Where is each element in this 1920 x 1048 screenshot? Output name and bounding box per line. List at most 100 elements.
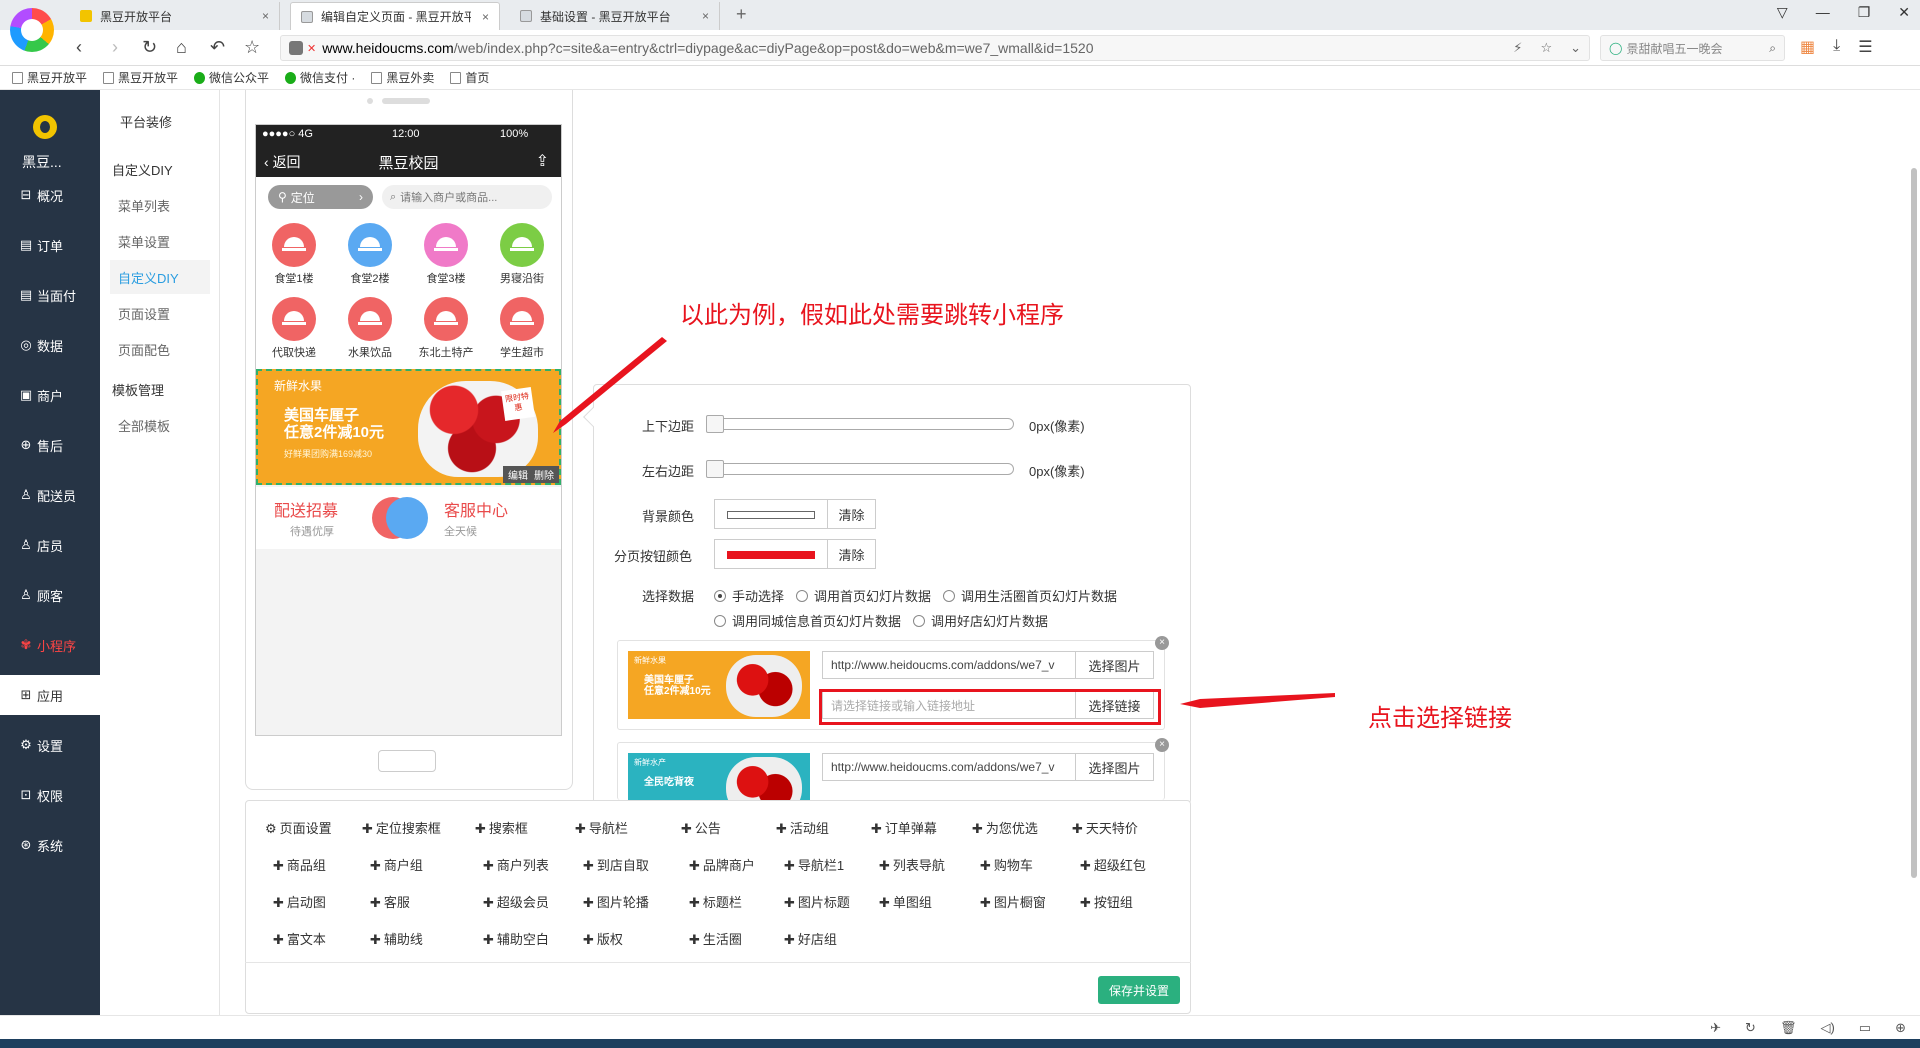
close-icon[interactable]: × — [482, 10, 489, 24]
component-button[interactable]: ✚ 天天特价 — [1072, 818, 1138, 837]
nav-item[interactable]: 食堂1楼 — [256, 223, 332, 286]
radio-life-slides[interactable]: 调用生活圈首页幻灯片数据 — [943, 586, 1117, 605]
sidebar-item-permissions[interactable]: ⊡ 权限 — [0, 775, 100, 815]
banner-edit-button[interactable]: 编辑 — [508, 467, 528, 482]
vertical-margin-slider[interactable] — [706, 415, 1014, 433]
submenu-group[interactable]: 自定义DIY — [112, 160, 173, 179]
nav-item[interactable]: 学生超市 — [484, 297, 560, 360]
submenu-item-page-settings[interactable]: 页面设置 — [110, 296, 210, 330]
component-button[interactable]: ✚ 商户列表 — [483, 855, 549, 874]
component-button[interactable]: ⚙ 页面设置 — [265, 818, 332, 837]
sidebar-item-merchants[interactable]: ▣ 商户 — [0, 375, 100, 415]
component-button[interactable]: ✚ 列表导航 — [879, 855, 945, 874]
image-url-input[interactable]: http://www.heidoucms.com/addons/we7_v — [822, 651, 1076, 679]
component-button[interactable]: ✚ 单图组 — [879, 892, 932, 911]
download-icon[interactable]: ⤓ — [1833, 37, 1840, 57]
component-button[interactable]: ✚ 搜索框 — [475, 818, 528, 837]
sidebar-item-overview[interactable]: ⊟ 概况 — [0, 175, 100, 215]
address-bar[interactable]: ✕ www.heidoucms.com /web/index.php?c=sit… — [280, 35, 1590, 61]
nav-item[interactable]: 代取快递 — [256, 297, 332, 360]
component-button[interactable]: ✚ 定位搜索框 — [362, 818, 441, 837]
component-button[interactable]: ✚ 好店组 — [784, 929, 837, 948]
submenu-item-menu-list[interactable]: 菜单列表 — [110, 188, 210, 222]
trash-icon[interactable]: 🗑 — [1780, 1020, 1797, 1036]
sidebar-item-data[interactable]: ◎ 数据 — [0, 325, 100, 365]
bg-color-picker[interactable] — [714, 499, 828, 529]
radio-home-slides[interactable]: 调用首页幻灯片数据 — [796, 586, 931, 605]
component-button[interactable]: ✚ 富文本 — [273, 929, 326, 948]
sidebar-item-couriers[interactable]: ♙ 配送员 — [0, 475, 100, 515]
component-button[interactable]: ✚ 图片标题 — [784, 892, 850, 911]
component-button[interactable]: ✚ 超级会员 — [483, 892, 549, 911]
bookmark-item[interactable]: 黑豆开放平 — [103, 69, 178, 86]
tab-edit-page[interactable]: 编辑自定义页面 - 黑豆开放平台 × — [290, 2, 500, 30]
zoom-icon[interactable]: ⊕ — [1895, 1020, 1906, 1036]
component-button[interactable]: ✚ 导航栏 — [575, 818, 628, 837]
phone-home-button[interactable] — [378, 750, 436, 772]
banner-carousel[interactable]: 新鲜水果 美国车厘子 任意2件减10元 好鲜果团购满169减30 限时特惠 编辑 … — [256, 369, 561, 485]
component-button[interactable]: ✚ 按钮组 — [1080, 892, 1133, 911]
submenu-group[interactable]: 模板管理 — [112, 380, 164, 399]
scrollbar[interactable] — [1911, 168, 1917, 878]
home-icon[interactable]: ⌂ — [176, 37, 187, 58]
close-icon[interactable]: × — [262, 9, 269, 23]
component-button[interactable]: ✚ 辅助线 — [370, 929, 423, 948]
browser-logo-icon[interactable] — [10, 8, 54, 52]
component-button[interactable]: ✚ 辅助空白 — [483, 929, 549, 948]
submenu-item-custom-diy[interactable]: 自定义DIY — [110, 260, 210, 294]
component-button[interactable]: ✚ 生活圈 — [689, 929, 742, 948]
component-button[interactable]: ✚ 购物车 — [980, 855, 1033, 874]
sidebar-item-aftersale[interactable]: ⊕ 售后 — [0, 425, 100, 465]
component-button[interactable]: ✚ 为您优选 — [972, 818, 1038, 837]
volume-icon[interactable]: ◁) — [1820, 1020, 1834, 1036]
sidebar-item-apps[interactable]: ⊞ 应用 — [0, 675, 100, 715]
menu-icon[interactable]: ☰ — [1858, 37, 1872, 57]
choose-image-button[interactable]: 选择图片 — [1076, 651, 1154, 679]
radio-shop-slides[interactable]: 调用好店幻灯片数据 — [913, 611, 1048, 630]
component-button[interactable]: ✚ 超级红包 — [1080, 855, 1146, 874]
chevron-down-icon[interactable]: ⌄ — [1570, 40, 1581, 56]
search-input[interactable]: ◯ 景甜献唱五一晚会 ⌕ — [1600, 35, 1785, 61]
lightning-icon[interactable]: ⚡ — [1513, 40, 1522, 56]
bookmark-star-icon[interactable]: ☆ — [1540, 40, 1552, 56]
component-button[interactable]: ✚ 客服 — [370, 892, 410, 911]
submenu-item-page-colors[interactable]: 页面配色 — [110, 332, 210, 366]
submenu-item-menu-settings[interactable]: 菜单设置 — [110, 224, 210, 258]
component-button[interactable]: ✚ 导航栏1 — [784, 855, 844, 874]
save-and-set-button[interactable]: 保存并设置 — [1098, 976, 1180, 1004]
nav-item[interactable]: 食堂3楼 — [408, 223, 484, 286]
service-recruit[interactable]: 配送招募 待遇优厚 — [274, 497, 414, 539]
skin-icon[interactable]: ▽ — [1777, 4, 1788, 21]
apps-grid-icon[interactable]: ▦ — [1800, 37, 1815, 57]
sidebar-item-miniapp[interactable]: ✾ 小程序 — [0, 625, 100, 665]
bookmark-item[interactable]: 黑豆开放平 — [12, 69, 87, 86]
slider-handle[interactable] — [706, 415, 724, 433]
banner-delete-button[interactable]: 删除 — [534, 467, 554, 482]
component-button[interactable]: ✚ 商品组 — [273, 855, 326, 874]
close-icon[interactable]: × — [702, 9, 709, 23]
nav-item[interactable]: 食堂2楼 — [332, 223, 408, 286]
service-support[interactable]: 客服中心 全天候 — [386, 497, 508, 539]
radio-manual[interactable]: 手动选择 — [714, 586, 784, 605]
window-icon[interactable]: ▭ — [1859, 1020, 1871, 1036]
accelerate-icon[interactable]: ✈ — [1710, 1020, 1721, 1036]
sidebar-item-system[interactable]: ⊛ 系统 — [0, 825, 100, 865]
tab-platform[interactable]: 黑豆开放平台 × — [70, 2, 280, 30]
remove-slide-icon[interactable]: × — [1155, 738, 1169, 752]
nav-item[interactable]: 水果饮品 — [332, 297, 408, 360]
bookmark-item[interactable]: 首页 — [450, 69, 489, 86]
remove-slide-icon[interactable]: × — [1155, 636, 1169, 650]
undo-icon[interactable]: ↶ — [210, 37, 225, 58]
search-icon[interactable]: ⌕ — [1769, 41, 1776, 56]
bg-color-clear-button[interactable]: 清除 — [828, 499, 876, 529]
component-button[interactable]: ✚ 版权 — [583, 929, 623, 948]
nav-item[interactable]: 东北土特产 — [408, 297, 484, 360]
component-button[interactable]: ✚ 公告 — [681, 818, 721, 837]
back-icon[interactable]: ‹ — [76, 37, 82, 58]
choose-image-button[interactable]: 选择图片 — [1076, 753, 1154, 781]
location-button[interactable]: ⚲ 定位 › — [268, 185, 373, 209]
component-button[interactable]: ✚ 到店自取 — [583, 855, 649, 874]
component-button[interactable]: ✚ 品牌商户 — [689, 855, 755, 874]
restore-icon[interactable]: ❐ — [1858, 4, 1871, 21]
sidebar-item-facepay[interactable]: ▤ 当面付 — [0, 275, 100, 315]
